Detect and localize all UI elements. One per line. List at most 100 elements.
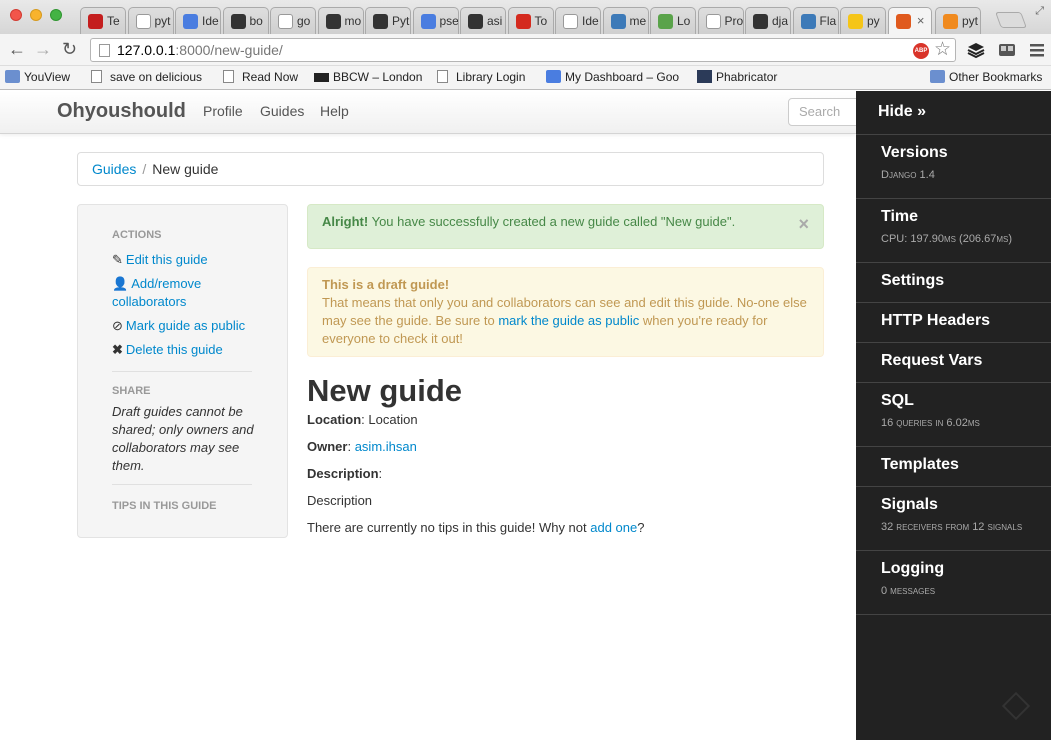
tab-label: Lo [677, 14, 691, 28]
browser-tab[interactable]: Fla [792, 7, 839, 34]
guide-tips: There are currently no tips in this guid… [307, 520, 644, 535]
debug-panel-request-vars[interactable]: Request Vars [856, 343, 1051, 383]
browser-tab[interactable]: bo [222, 7, 269, 34]
breadcrumb: Guides / New guide [77, 152, 824, 186]
site-brand[interactable]: Ohyoushould [57, 100, 186, 123]
owner-link[interactable]: asim.ihsan [355, 439, 417, 454]
mark-public-inline-link[interactable]: mark the guide as public [498, 313, 639, 328]
browser-tab[interactable]: pyt [127, 7, 174, 34]
bookmarks-bar: YouView save on delicious Read Now BBCW … [0, 66, 1051, 90]
browser-tab[interactable]: py [840, 7, 886, 34]
bookmark-bbcw-london[interactable]: BBCW – London [314, 70, 422, 84]
debug-panel-title: Settings [881, 272, 945, 289]
delete-guide-link[interactable]: ✖ Delete this guide [112, 341, 262, 359]
browser-tab[interactable]: pse [412, 7, 459, 34]
browser-tab[interactable]: Ide [555, 7, 601, 34]
fullscreen-icon[interactable]: ⤢ [1035, 5, 1044, 18]
tab-favicon-icon [183, 14, 198, 29]
tab-label: To [534, 14, 548, 28]
debug-panel-title: Versions [881, 144, 948, 161]
collaborators-link[interactable]: 👤 Add/remove collaborators [112, 275, 262, 311]
tab-label: dja [772, 14, 789, 28]
reload-button[interactable]: ↻ [62, 39, 77, 60]
tab-label: pyt [962, 14, 979, 28]
adblock-icon[interactable]: ABP [913, 43, 929, 59]
close-alert-button[interactable]: × [798, 214, 809, 235]
tab-label: pyt [154, 14, 171, 28]
debug-panel-title: Logging [881, 560, 945, 577]
breadcrumb-guides-link[interactable]: Guides [92, 161, 136, 177]
new-tab-button[interactable] [995, 12, 1027, 28]
bookmark-other-bookmarks[interactable]: Other Bookmarks [930, 70, 1042, 84]
tab-favicon-icon [610, 14, 626, 29]
tab-favicon-icon [705, 14, 721, 29]
bookmark-label: Library Login [456, 70, 526, 84]
extension-icon[interactable] [998, 41, 1016, 59]
share-text: Draft guides cannot be shared; only owne… [112, 404, 254, 473]
debug-toolbar-hide-button[interactable]: Hide » [856, 91, 1051, 135]
address-bar[interactable]: 127.0.0.1:8000/new-guide/ [90, 38, 956, 62]
browser-tab[interactable]: mo [317, 7, 364, 34]
browser-tab[interactable]: Pro [697, 7, 744, 34]
bookmark-read-now[interactable]: Read Now [223, 70, 298, 84]
add-tip-link[interactable]: add one [590, 520, 637, 535]
nav-guides[interactable]: Guides [260, 103, 304, 119]
debug-panel-time[interactable]: Time CPU: 197.90ms (206.67ms) [856, 199, 1051, 263]
location-value: : Location [361, 412, 418, 427]
bookmark-library-login[interactable]: Library Login [437, 70, 525, 84]
nav-profile[interactable]: Profile [203, 103, 243, 119]
browser-tab[interactable]: pyt [935, 7, 981, 34]
debug-panel-subtitle: 16 queries in 6.02ms [881, 417, 980, 429]
actions-heading: ACTIONS [112, 229, 162, 241]
search-input[interactable]: Search [788, 98, 856, 126]
bookmark-save-on-delicious[interactable]: save on delicious [91, 70, 202, 84]
layers-icon[interactable] [967, 41, 985, 59]
debug-panel-settings[interactable]: Settings [856, 263, 1051, 303]
warning-title: This is a draft guide! [322, 277, 450, 292]
browser-tab[interactable]: asi [460, 7, 506, 34]
debug-panel-signals[interactable]: Signals 32 receivers from 12 signals [856, 487, 1051, 551]
browser-tab[interactable]: × [887, 7, 932, 34]
edit-guide-link[interactable]: ✎ Edit this guide [112, 251, 262, 269]
debug-panel-sql[interactable]: SQL 16 queries in 6.02ms [856, 383, 1051, 447]
bookmark-my-dashboard[interactable]: My Dashboard – Goo [546, 70, 679, 84]
minimize-window-button[interactable] [30, 9, 42, 21]
browser-tab[interactable]: Ide [175, 7, 221, 34]
browser-tab[interactable]: go [270, 7, 316, 34]
back-button[interactable]: ← [8, 39, 26, 60]
forward-button[interactable]: → [34, 39, 52, 60]
browser-tab[interactable]: Te [80, 7, 126, 34]
zoom-window-button[interactable] [50, 9, 62, 21]
debug-panel-templates[interactable]: Templates [856, 447, 1051, 487]
debug-panel-title: SQL [881, 392, 914, 409]
debug-panel-versions[interactable]: Versions Django 1.4 [856, 135, 1051, 199]
menu-icon[interactable] [1028, 41, 1046, 59]
debug-panel-logging[interactable]: Logging 0 messages [856, 551, 1051, 615]
close-window-button[interactable] [10, 9, 22, 21]
tab-close-icon[interactable]: × [917, 13, 925, 28]
folder-icon [5, 70, 20, 83]
debug-toolbar: Hide » Versions Django 1.4 Time CPU: 197.90… [856, 91, 1051, 740]
browser-tab[interactable]: To [507, 7, 554, 34]
bookmark-youview[interactable]: YouView [5, 70, 70, 84]
folder-icon [930, 70, 945, 83]
browser-tab[interactable]: Pyt [365, 7, 411, 34]
doc-icon [91, 70, 102, 83]
debug-panel-http-headers[interactable]: HTTP Headers [856, 303, 1051, 343]
nav-help[interactable]: Help [320, 103, 349, 119]
tab-label: go [297, 14, 311, 28]
guide-location: Location: Location [307, 412, 418, 427]
browser-tab[interactable]: Lo [650, 7, 696, 34]
bookmark-star-icon[interactable]: ☆ [934, 38, 951, 61]
bbc-icon [314, 73, 329, 82]
browser-tab[interactable]: dja [745, 7, 791, 34]
bookmark-label: YouView [24, 70, 71, 84]
bookmark-label: Other Bookmarks [949, 70, 1043, 84]
draft-warning-alert: This is a draft guide! That means that o… [307, 267, 824, 357]
bookmark-phabricator[interactable]: Phabricator [697, 70, 777, 84]
browser-tab[interactable]: me [602, 7, 649, 34]
mark-public-link[interactable]: ⊘ Mark guide as public [112, 317, 262, 335]
tab-label: py [867, 14, 880, 28]
page-icon [99, 44, 110, 57]
tab-label: Ide [202, 14, 219, 28]
